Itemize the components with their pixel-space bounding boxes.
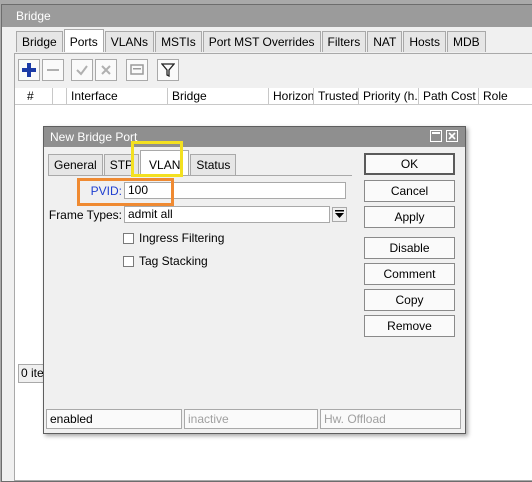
status-activity: inactive	[184, 409, 318, 429]
remove-button[interactable]: Remove	[364, 315, 455, 337]
filter-icon	[161, 63, 175, 77]
status-hw-offload: Hw. Offload	[320, 409, 461, 429]
column-trusted[interactable]: Trusted	[314, 88, 359, 104]
bridge-tabs: Bridge Ports VLANs MSTIs Port MST Overri…	[16, 29, 487, 53]
ingress-filtering-label: Ingress Filtering	[139, 231, 225, 245]
tab-status[interactable]: Status	[190, 154, 237, 175]
pvid-highlight	[77, 178, 174, 206]
tab-vlans[interactable]: VLANs	[104, 31, 155, 52]
column-path-cost[interactable]: Path Cost	[419, 88, 479, 104]
enable-button[interactable]	[71, 59, 93, 81]
frame-types-label: Frame Types:	[48, 208, 122, 222]
close-icon[interactable]	[446, 130, 458, 142]
minus-icon	[47, 69, 59, 71]
filter-button[interactable]	[157, 59, 179, 81]
tab-filters[interactable]: Filters	[321, 31, 367, 52]
tab-mdb[interactable]: MDB	[447, 31, 486, 52]
tag-stacking-checkbox[interactable]	[123, 256, 134, 267]
toolbar	[15, 54, 532, 89]
status-enabled: enabled	[46, 409, 182, 429]
ingress-filtering-checkbox[interactable]	[123, 233, 134, 244]
window-title: Bridge	[2, 5, 532, 27]
copy-button[interactable]: Copy	[364, 289, 455, 311]
check-icon	[76, 65, 88, 76]
dialog-title: New Bridge Port	[44, 127, 465, 147]
apply-button[interactable]: Apply	[364, 206, 455, 228]
tab-general[interactable]: General	[48, 154, 103, 175]
tab-mstis[interactable]: MSTIs	[155, 31, 202, 52]
plus-icon	[22, 63, 36, 77]
tab-hosts[interactable]: Hosts	[403, 31, 447, 52]
comment-button[interactable]	[126, 59, 148, 81]
frame-types-dropdown-button[interactable]	[332, 207, 347, 222]
new-bridge-port-dialog: New Bridge Port General STP VLAN Status …	[43, 126, 466, 434]
column-priority[interactable]: Priority (h...	[359, 88, 419, 104]
frame-types-select[interactable]: admit all	[124, 206, 330, 223]
tab-port-mst-overrides[interactable]: Port MST Overrides	[202, 31, 321, 52]
column-index[interactable]: #	[15, 88, 53, 104]
column-role[interactable]: Role	[479, 88, 532, 104]
column-bridge[interactable]: Bridge	[168, 88, 269, 104]
vlan-tab-highlight	[131, 141, 183, 177]
disable-button[interactable]	[95, 59, 117, 81]
add-button[interactable]	[18, 59, 40, 81]
disable-button[interactable]: Disable	[364, 237, 455, 259]
remove-button[interactable]	[42, 59, 64, 81]
column-spacer	[53, 88, 67, 104]
column-interface[interactable]: Interface	[67, 88, 168, 104]
cancel-button[interactable]: Cancel	[364, 180, 455, 202]
tab-ports[interactable]: Ports	[63, 29, 104, 52]
comment-icon	[130, 64, 144, 75]
chevron-down-icon	[335, 210, 344, 218]
cross-icon	[101, 65, 111, 75]
tab-nat[interactable]: NAT	[367, 31, 403, 52]
ok-button[interactable]: OK	[364, 153, 455, 175]
comment-button[interactable]: Comment	[364, 263, 455, 285]
column-horizon[interactable]: Horizon	[269, 88, 314, 104]
tag-stacking-label: Tag Stacking	[139, 254, 208, 268]
vlan-panel: PVID: 100 Frame Types: admit all Ingress…	[48, 175, 352, 406]
maximize-icon[interactable]	[430, 130, 442, 142]
table-header: # Interface Bridge Horizon Trusted Prior…	[15, 88, 532, 105]
tab-bridge[interactable]: Bridge	[16, 31, 63, 52]
